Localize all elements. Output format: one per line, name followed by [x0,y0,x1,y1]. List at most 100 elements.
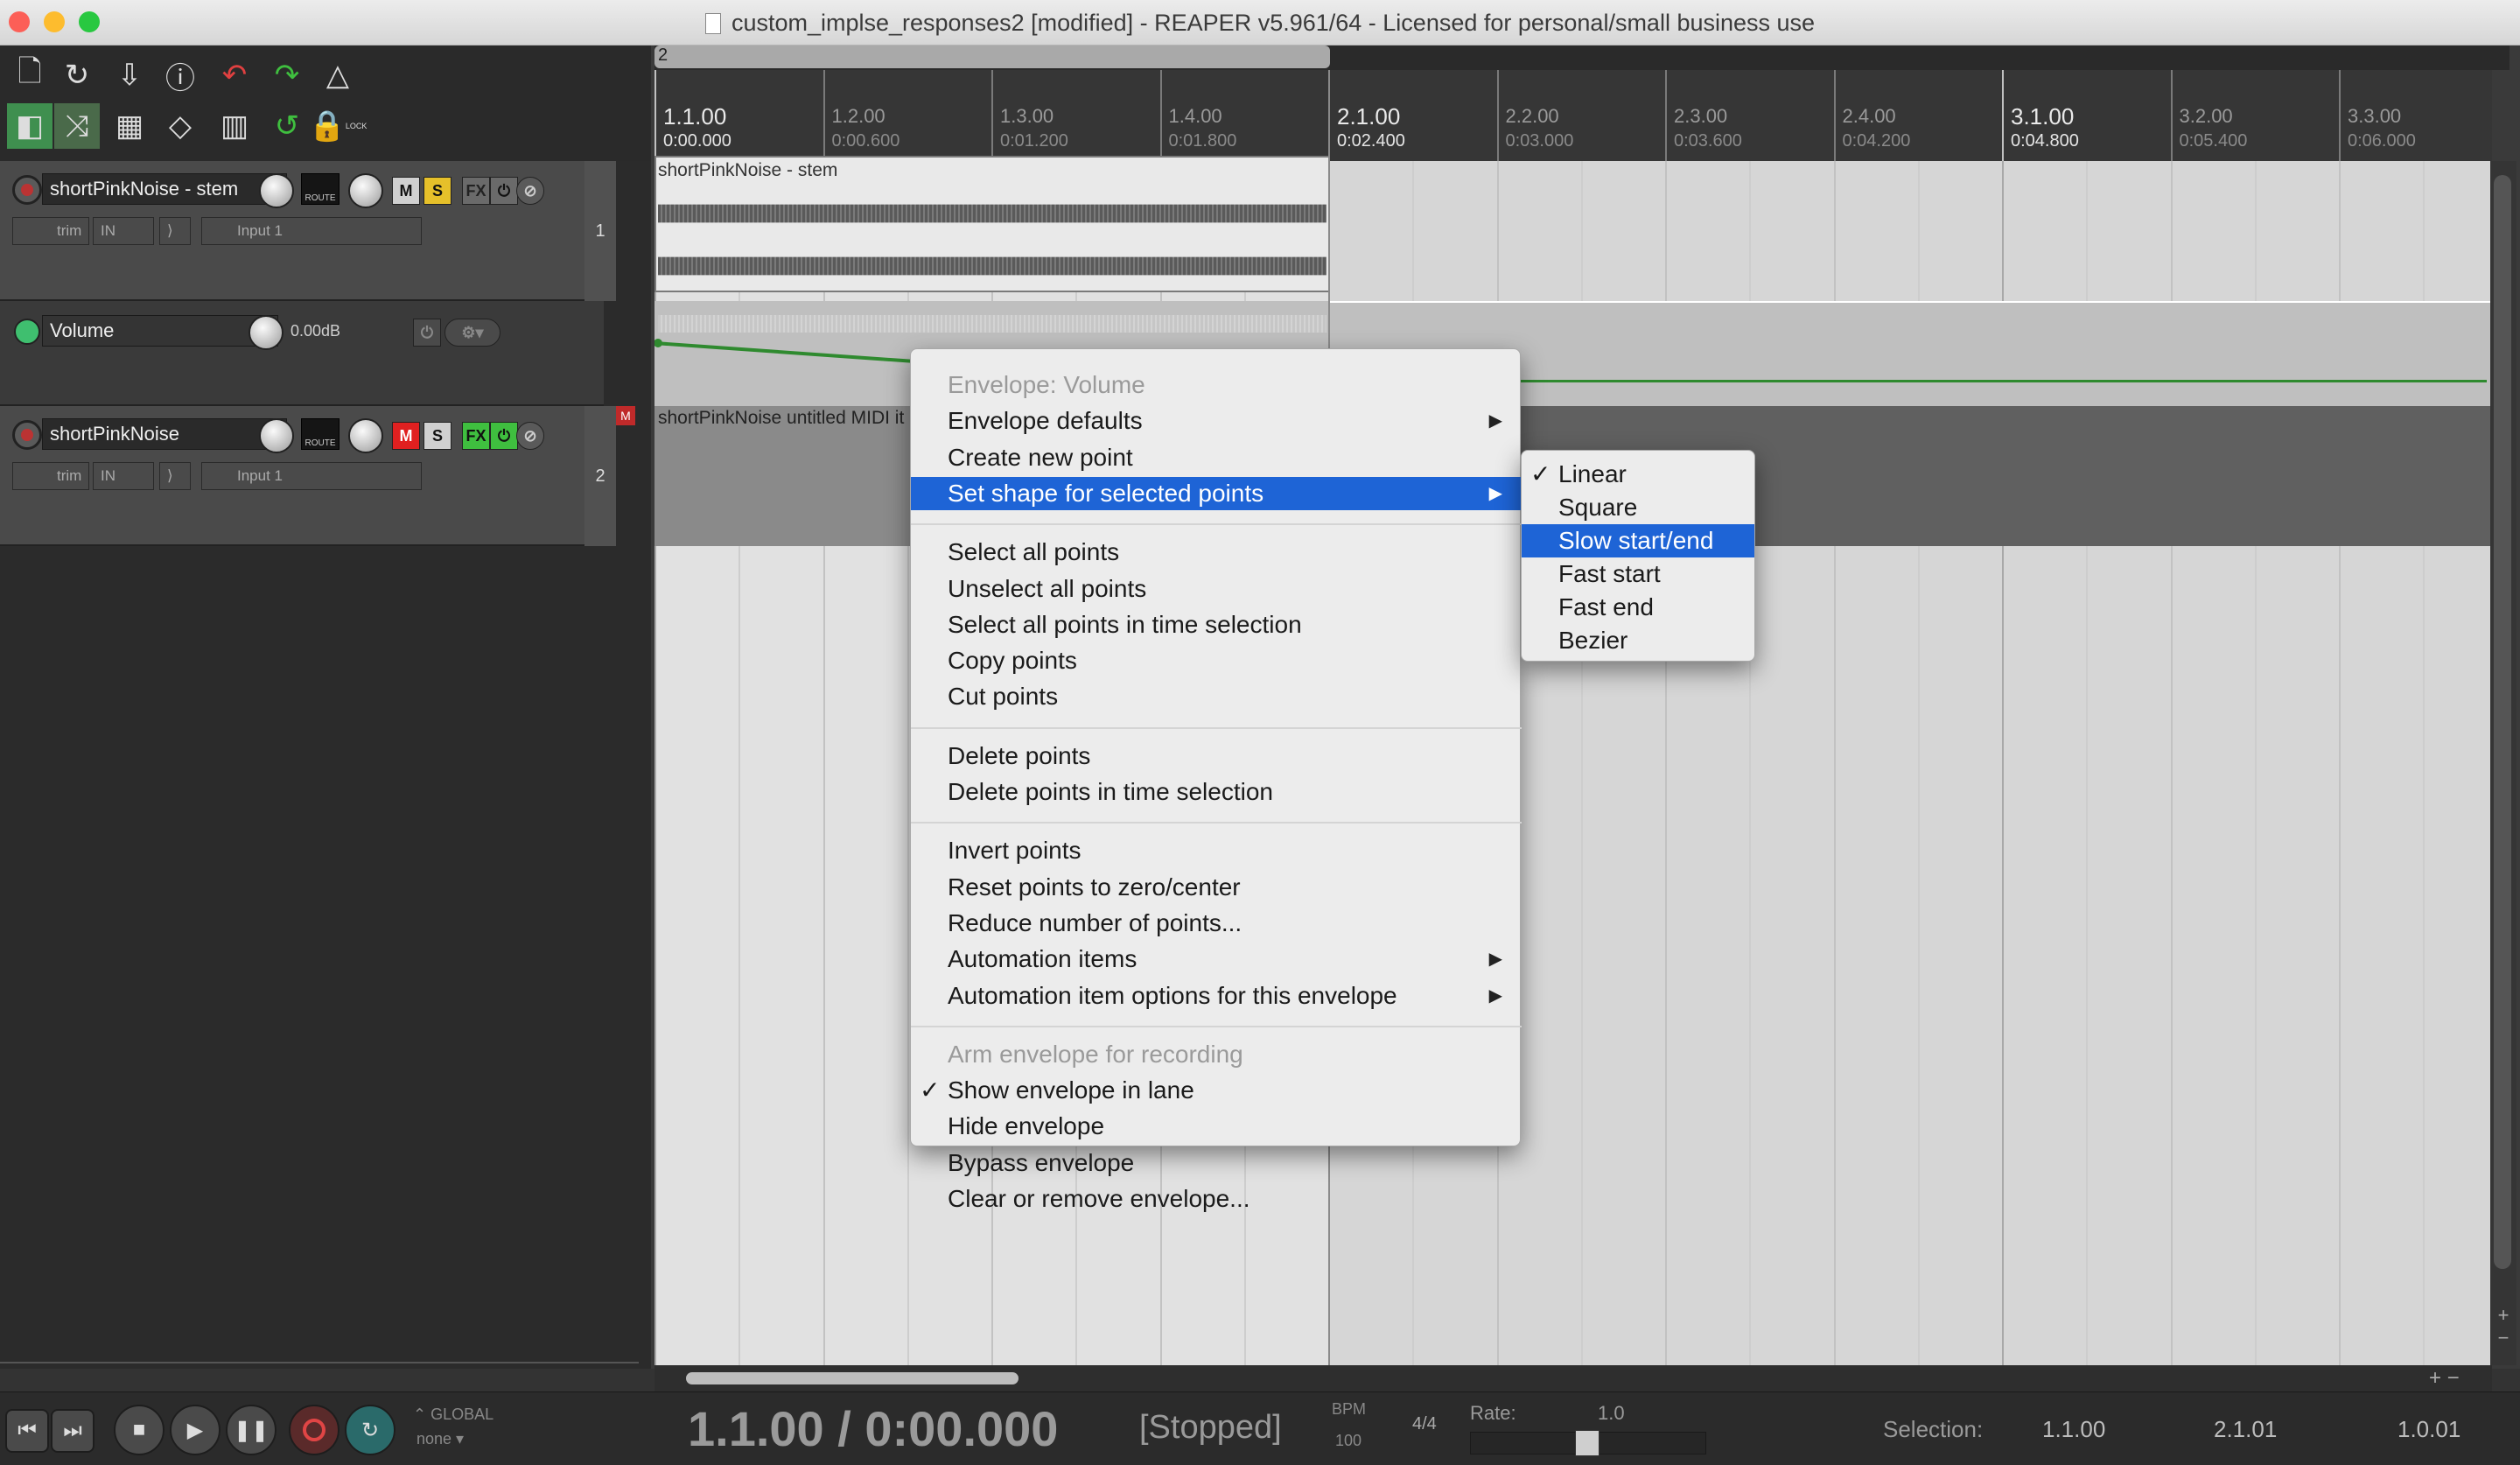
envelope-value-knob[interactable] [248,315,284,350]
menu-item-automation-item-options-for-this-envelope[interactable]: Automation item options for this envelop… [911,979,1522,1013]
envelope-segment-selected[interactable] [654,333,952,385]
trim-button[interactable]: trim [12,462,89,490]
volume-knob[interactable] [259,418,294,453]
menu-item-copy-points[interactable]: Copy points [911,644,1522,677]
undo-icon[interactable]: ↶ [212,53,257,98]
solo-button[interactable]: S [424,177,452,205]
horizontal-scroll-thumb[interactable] [686,1372,1018,1384]
grouping-icon[interactable]: ▦ [107,103,152,149]
stop-button[interactable]: ■ [114,1405,164,1455]
record-mode-icon[interactable]: ⟩ [159,462,191,490]
fx-button[interactable]: FX [462,177,490,205]
menu-item-bypass-envelope[interactable]: Bypass envelope [911,1146,1522,1180]
selection-start[interactable]: 1.1.00 [2042,1416,2105,1443]
track-1-header[interactable]: shortPinkNoise - stem ROUTE M S FX ⏻ ⊘ t… [0,161,616,301]
pan-knob[interactable] [348,173,383,208]
solo-button[interactable]: S [424,422,452,450]
track-name[interactable]: shortPinkNoise [42,418,287,450]
region-marker[interactable] [654,46,1330,68]
input-monitor-button[interactable]: IN [93,217,154,245]
ripple-edit-icon[interactable]: ⤨ [54,103,100,149]
ruler-time-label: 0:01.800 [1168,131,1237,151]
menu-item-reduce-number-of-points[interactable]: Reduce number of points... [911,907,1522,940]
menu-item-cut-points[interactable]: Cut points [911,680,1522,713]
menu-item-select-all-points-in-time-selection[interactable]: Select all points in time selection [911,608,1522,641]
loop-icon[interactable]: ↺ [264,103,310,149]
fx-bypass-icon[interactable]: ⏻ [490,422,518,450]
mute-button[interactable]: M [392,177,420,205]
trim-button[interactable]: trim [12,217,89,245]
envelope-points-icon[interactable]: ◇ [158,103,203,149]
menu-item-create-new-point[interactable]: Create new point [911,441,1522,474]
rate-slider-thumb[interactable] [1575,1430,1600,1456]
track-name[interactable]: shortPinkNoise - stem [42,173,287,205]
menu-item-hide-envelope[interactable]: Hide envelope [911,1110,1522,1143]
metronome-icon[interactable]: △ [315,53,360,98]
fx-button[interactable]: FX [462,422,490,450]
menu-item-fast-end[interactable]: Fast end [1522,591,1754,624]
go-to-start-button[interactable]: ⏮ [5,1409,49,1453]
menu-item-select-all-points[interactable]: Select all points [911,536,1522,569]
auto-crossfade-icon[interactable]: ◧ [7,103,52,149]
time-signature[interactable]: 4/4 [1412,1414,1437,1434]
menu-item-clear-or-remove-envelope[interactable]: Clear or remove envelope... [911,1182,1522,1216]
envelope-lane-header[interactable]: Volume 0.00dB ⏻ ⚙▾ [0,301,604,406]
envelope-settings-icon[interactable]: ⚙▾ [444,319,500,347]
record-arm-button[interactable] [12,175,42,205]
save-project-icon[interactable]: ⇩ [107,53,152,98]
phase-icon[interactable]: ⊘ [516,177,544,205]
zoom-horizontal-controls[interactable]: + − [2429,1365,2490,1391]
bpm-value[interactable]: 100 [1335,1432,1362,1450]
menu-item-show-envelope-in-lane[interactable]: ✓ Show envelope in lane [911,1074,1522,1107]
record-arm-button[interactable] [12,420,42,450]
mute-button[interactable]: M [392,422,420,450]
ruler-mark: 1.4.00 0:01.800 [1159,70,1236,161]
play-button[interactable]: ▶ [170,1405,220,1455]
input-select[interactable]: Input 1 [201,462,422,490]
record-button[interactable] [289,1405,340,1455]
volume-knob[interactable] [259,173,294,208]
envelope-arm-button[interactable] [14,319,40,345]
title-bar: custom_implse_responses2 [modified] - RE… [0,0,2520,46]
menu-item-square[interactable]: Square [1522,491,1754,524]
global-automation-mode[interactable]: none ▾ [416,1430,464,1448]
menu-item-delete-points[interactable]: Delete points [911,740,1522,773]
route-button[interactable]: ROUTE [301,173,340,205]
menu-item-unselect-all-points[interactable]: Unselect all points [911,572,1522,606]
envelope-bypass-icon[interactable]: ⏻ [413,319,441,347]
menu-item-linear[interactable]: ✓ Linear [1522,458,1754,491]
zoom-vertical-controls[interactable]: + − [2490,1304,2516,1365]
pan-knob[interactable] [348,418,383,453]
record-mode-icon[interactable]: ⟩ [159,217,191,245]
snap-grid-icon[interactable]: ▥ [212,103,257,149]
menu-item-invert-points[interactable]: Invert points [911,834,1522,867]
menu-item-reset-points-to-zero-center[interactable]: Reset points to zero/center [911,871,1522,904]
pause-button[interactable]: ❚❚ [226,1405,276,1455]
time-display[interactable]: 1.1.00 / 0:00.000 [688,1400,1058,1457]
input-monitor-button[interactable]: IN [93,462,154,490]
selection-end[interactable]: 2.1.01 [2214,1416,2277,1443]
menu-item-automation-items[interactable]: Automation items ▶ [911,943,1522,976]
timeline-ruler[interactable]: 1.1.00 0:00.000 1.2.00 0:00.600 1.3.00 0:01.2… [654,70,2492,161]
fx-bypass-icon[interactable]: ⏻ [490,177,518,205]
vertical-scroll-thumb[interactable] [2494,175,2511,1269]
input-select[interactable]: Input 1 [201,217,422,245]
menu-item-set-shape-for-selected-points[interactable]: Set shape for selected points ▶ [911,476,1522,510]
route-button[interactable]: ROUTE [301,418,340,450]
phase-icon[interactable]: ⊘ [516,422,544,450]
new-project-icon[interactable]: 🗋 [7,53,52,98]
menu-item-delete-points-in-time-selection[interactable]: Delete points in time selection [911,775,1522,809]
menu-item-slow-start-end[interactable]: Slow start/end [1522,524,1754,557]
repeat-button[interactable]: ↻ [345,1405,396,1455]
redo-icon[interactable]: ↷ [264,53,310,98]
selection-length[interactable]: 1.0.01 [2398,1416,2460,1443]
menu-item-fast-start[interactable]: Fast start [1522,557,1754,591]
lock-icon[interactable]: 🔒 LOCK [309,103,368,149]
go-to-end-button[interactable]: ⏭ [51,1409,94,1453]
menu-item-label: Delete points [948,741,1091,769]
menu-item-bezier[interactable]: Bezier [1522,624,1754,657]
project-settings-icon[interactable]: ⓘ [158,53,203,98]
track-2-header[interactable]: shortPinkNoise ROUTE M S FX ⏻ ⊘ trim IN … [0,406,616,546]
open-project-icon[interactable]: ↻ [54,53,100,98]
menu-item-envelope-defaults[interactable]: Envelope defaults ▶ [911,404,1522,438]
